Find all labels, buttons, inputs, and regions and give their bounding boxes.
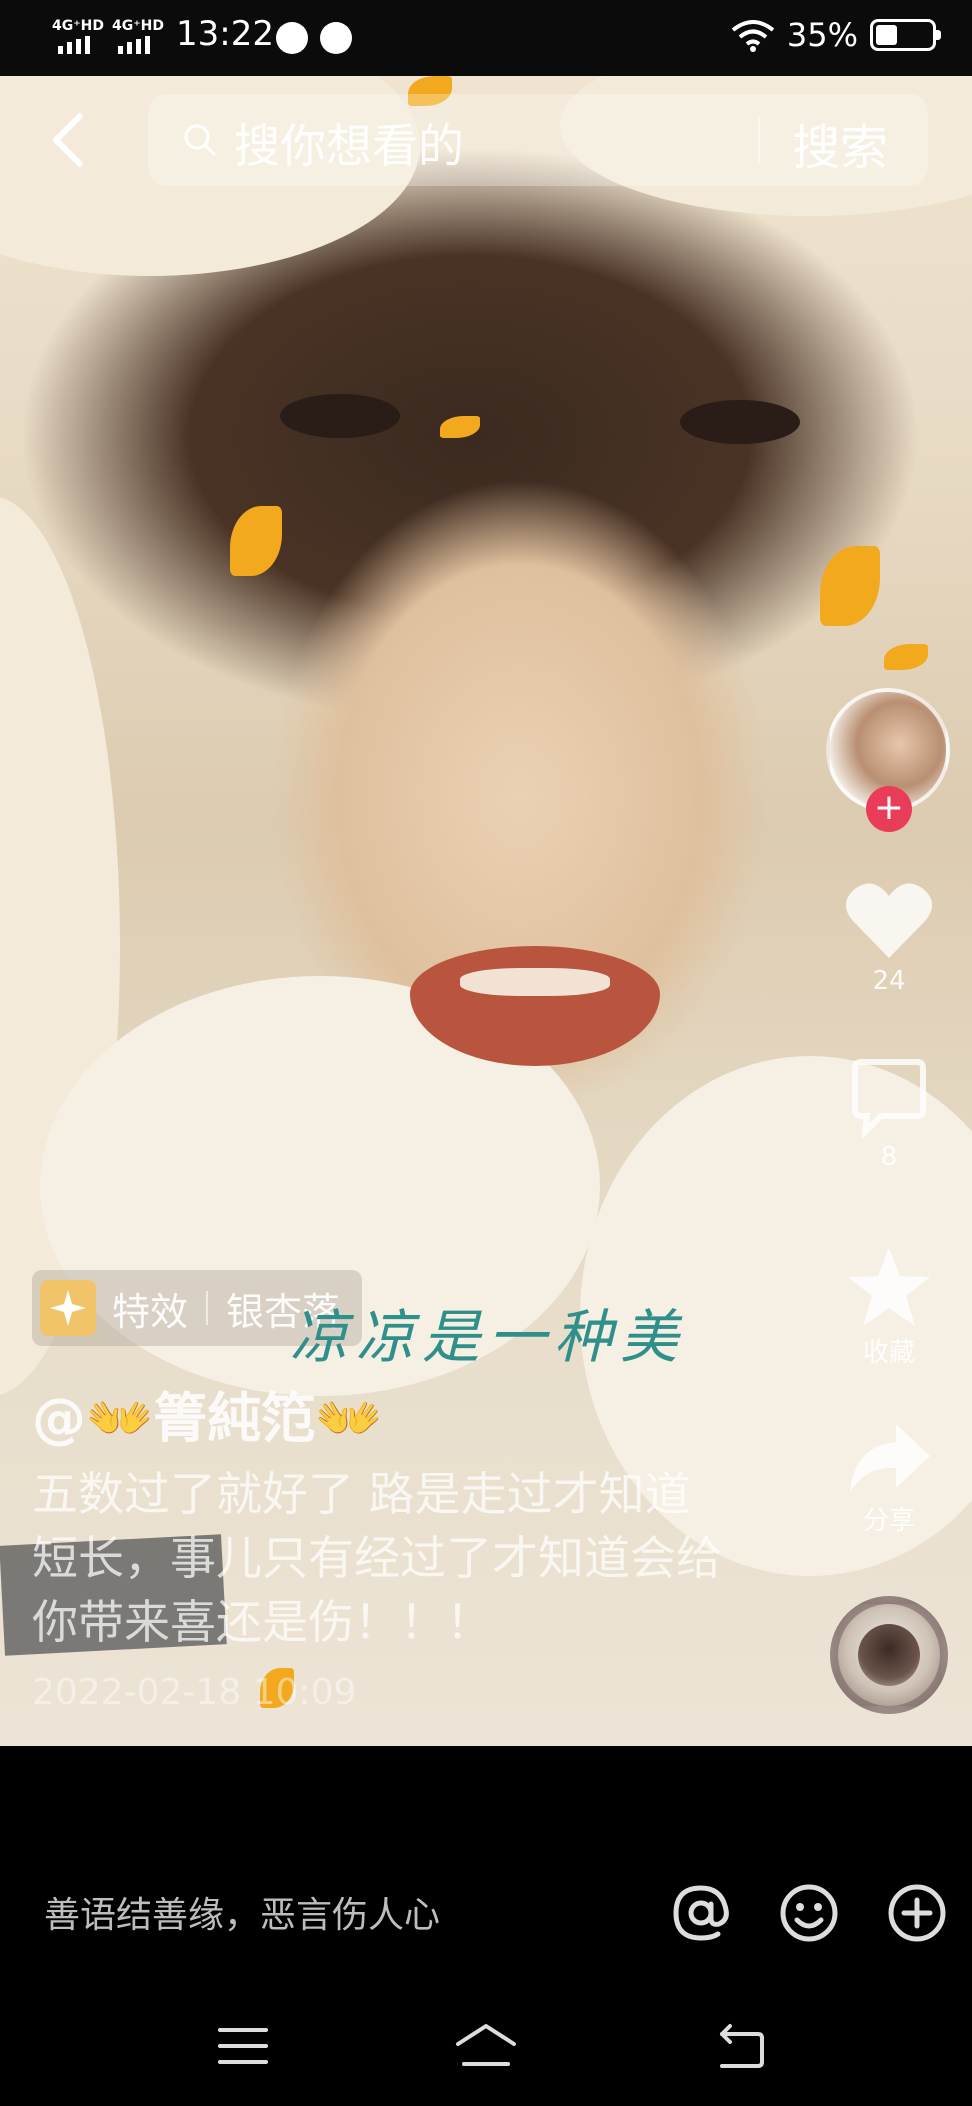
battery-percent: 35% bbox=[786, 16, 858, 54]
system-nav-bar bbox=[0, 1986, 972, 2106]
leaf-shape bbox=[820, 546, 880, 626]
signal-2-icon: 4G⁺HD bbox=[112, 18, 164, 54]
post-date: 2022-02-18 10:09 bbox=[32, 1672, 357, 1713]
star-icon bbox=[848, 1248, 930, 1326]
author-name[interactable]: @👐箐純笵👐 bbox=[32, 1374, 382, 1453]
video-description: 五数过了就好了 路是走过才知道短长，事儿只有经过了才知道会给你带来喜还是伤！！！ bbox=[32, 1467, 722, 1649]
sparkle-icon bbox=[40, 1280, 96, 1336]
network-label-2: 4G⁺HD bbox=[112, 18, 164, 34]
search-button[interactable]: 搜索 bbox=[792, 108, 888, 178]
battery-icon bbox=[870, 19, 941, 51]
favorite-button[interactable]: 收藏 bbox=[836, 1246, 942, 1369]
heart-icon bbox=[845, 883, 933, 958]
eye-shape bbox=[680, 400, 800, 444]
status-bar: 4G⁺HD 4G⁺HD 13:22 35% bbox=[0, 0, 972, 76]
menu-icon[interactable] bbox=[216, 2022, 270, 2070]
network-label-1: 4G⁺HD bbox=[52, 18, 104, 34]
share-button[interactable]: 分享 bbox=[836, 1420, 942, 1537]
comment-count: 8 bbox=[880, 1142, 898, 1172]
eye-shape bbox=[280, 394, 400, 438]
like-button[interactable]: 24 bbox=[836, 880, 942, 996]
notification-icon bbox=[276, 22, 308, 54]
effect-label: 特效 bbox=[112, 1289, 189, 1334]
comment-button[interactable]: 8 bbox=[836, 1058, 942, 1172]
search-divider bbox=[758, 116, 760, 164]
search-bar[interactable]: 搜你想看的 搜索 bbox=[148, 94, 928, 186]
back-nav-icon[interactable] bbox=[712, 2022, 766, 2070]
music-disc-avatar[interactable] bbox=[830, 1596, 948, 1714]
signal-1-icon: 4G⁺HD bbox=[52, 18, 104, 54]
comment-input[interactable]: 善语结善缘，恶言伤人心 bbox=[44, 1886, 440, 1938]
leaf-shape bbox=[440, 416, 480, 438]
emoji-icon[interactable] bbox=[778, 1882, 840, 1944]
leaf-shape bbox=[230, 506, 282, 576]
follow-button[interactable]: + bbox=[866, 786, 912, 832]
video-overlay-caption: 凉凉是一种美 bbox=[290, 1303, 687, 1371]
comment-bar: 善语结善缘，恶言伤人心 bbox=[0, 1746, 972, 1986]
search-input[interactable]: 搜你想看的 bbox=[234, 110, 464, 176]
home-icon[interactable] bbox=[454, 2022, 518, 2070]
plus-circle-icon[interactable] bbox=[886, 1882, 948, 1944]
speed-icon bbox=[320, 22, 352, 54]
share-arrow-icon bbox=[850, 1424, 930, 1492]
status-time: 13:22 bbox=[176, 14, 274, 54]
comment-icon bbox=[852, 1059, 926, 1138]
effect-separator bbox=[206, 1291, 209, 1325]
wifi-icon bbox=[731, 20, 775, 52]
back-arrow-icon[interactable] bbox=[48, 110, 88, 170]
share-label: 分享 bbox=[862, 1506, 915, 1536]
like-count: 24 bbox=[872, 966, 906, 996]
search-icon bbox=[184, 124, 216, 156]
leaf-shape bbox=[884, 644, 928, 670]
favorite-label: 收藏 bbox=[862, 1338, 915, 1368]
at-icon[interactable] bbox=[670, 1882, 732, 1944]
